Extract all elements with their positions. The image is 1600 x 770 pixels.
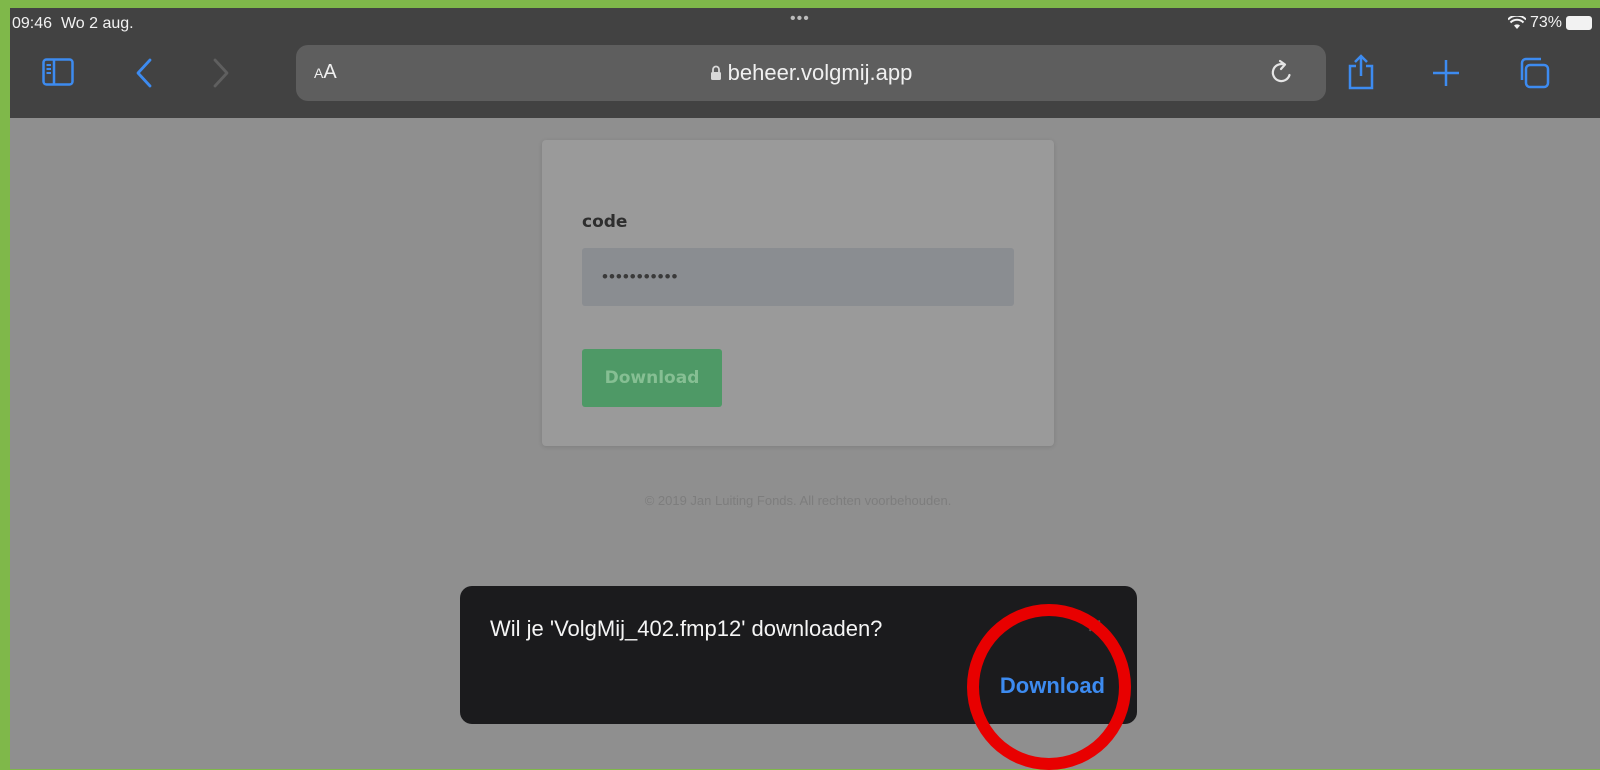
status-bar: 09:46 Wo 2 aug. ••• 73% xyxy=(10,8,1600,38)
code-input[interactable]: ••••••••••• xyxy=(582,248,1014,306)
footer-copyright: © 2019 Jan Luiting Fonds. All rechten vo… xyxy=(644,493,952,508)
url-text: beheer.volgmij.app xyxy=(727,60,913,85)
sidebar-icon[interactable] xyxy=(42,58,74,86)
multitask-dots[interactable]: ••• xyxy=(790,10,810,28)
battery-indicator: 73% xyxy=(1507,14,1592,32)
share-icon[interactable] xyxy=(1346,54,1376,90)
download-form-card: code ••••••••••• Download xyxy=(542,140,1054,446)
lock-icon xyxy=(710,65,721,80)
forward-icon[interactable] xyxy=(212,58,230,88)
tabs-overview-icon[interactable] xyxy=(1517,56,1551,90)
download-prompt-message: Wil je 'VolgMij_402.fmp12' downloaden? xyxy=(490,616,883,641)
address-bar[interactable]: AA beheer.volgmij.app xyxy=(296,45,1326,101)
reload-icon[interactable] xyxy=(1270,59,1294,90)
new-tab-icon[interactable] xyxy=(1431,58,1461,88)
highlight-circle-annotation xyxy=(967,604,1131,770)
wifi-icon xyxy=(1507,16,1526,29)
code-label: code xyxy=(582,212,628,232)
battery-percentage: 73% xyxy=(1529,14,1562,31)
battery-icon xyxy=(1566,16,1592,30)
form-download-button[interactable]: Download xyxy=(582,349,722,407)
back-icon[interactable] xyxy=(135,58,153,88)
status-time: 09:46 Wo 2 aug. xyxy=(12,15,134,32)
